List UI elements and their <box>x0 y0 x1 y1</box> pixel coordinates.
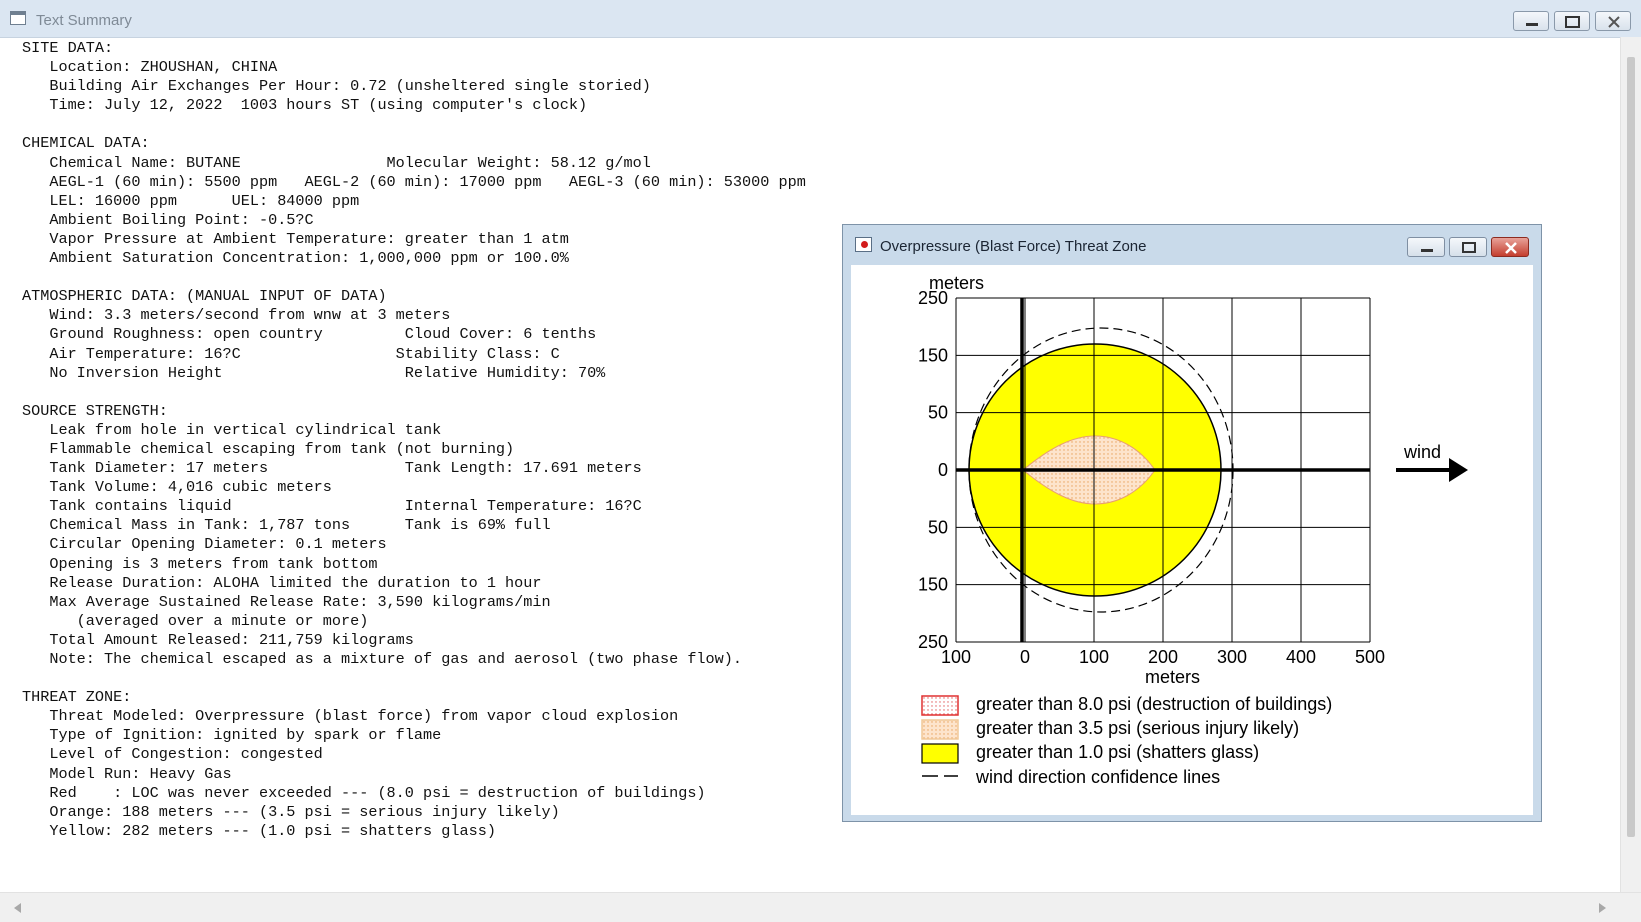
x-axis-title: meters <box>1145 667 1200 687</box>
scroll-right-icon[interactable] <box>1599 903 1606 913</box>
scroll-left-icon[interactable] <box>14 903 21 913</box>
legend-label-confidence: wind direction confidence lines <box>975 767 1220 787</box>
summary-line: Time: July 12, 2022 1003 hours ST (using… <box>22 96 588 115</box>
legend-label-yellow: greater than 1.0 psi (shatters glass) <box>976 742 1259 762</box>
minimize-icon <box>1526 23 1538 26</box>
vertical-scrollbar[interactable] <box>1620 37 1641 892</box>
summary-line: Red : LOC was never exceeded --- (8.0 ps… <box>22 783 706 802</box>
wind-label: wind <box>1403 442 1441 462</box>
x-tick-label: 200 <box>1148 647 1178 667</box>
threat-close-button[interactable] <box>1491 237 1529 257</box>
summary-line <box>22 669 806 688</box>
close-icon <box>1505 242 1517 254</box>
summary-line: Tank Volume: 4,016 cubic meters <box>22 478 332 497</box>
minimize-icon <box>1421 249 1433 252</box>
summary-line: Wind: 3.3 meters/second from wnw at 3 me… <box>22 306 451 325</box>
summary-line <box>22 268 806 287</box>
summary-line: Location: ZHOUSHAN, CHINA <box>22 58 278 77</box>
main-window-title: Text Summary <box>36 12 132 29</box>
minimize-button[interactable] <box>1513 11 1549 31</box>
summary-line: AEGL-1 (60 min): 5500 ppm AEGL-2 (60 min… <box>22 172 806 191</box>
threat-minimize-button[interactable] <box>1407 237 1445 257</box>
summary-line: ATMOSPHERIC DATA: (MANUAL INPUT OF DATA) <box>22 287 387 306</box>
summary-line: Orange: 188 meters --- (3.5 psi = seriou… <box>22 802 560 821</box>
summary-line: CHEMICAL DATA: <box>22 134 150 153</box>
threat-zone-plot-area: meters meters 100 0 100 200 300 400 500 250 150… <box>851 265 1533 815</box>
summary-line: Opening is 3 meters from tank bottom <box>22 554 378 573</box>
aloha-app-icon <box>855 237 872 252</box>
x-tick-label: 0 <box>1020 647 1030 667</box>
window-app-icon <box>10 11 26 25</box>
summary-line <box>22 383 806 402</box>
y-tick-label: 150 <box>918 345 948 365</box>
summary-line: Building Air Exchanges Per Hour: 0.72 (u… <box>22 77 651 96</box>
x-tick-label: 400 <box>1286 647 1316 667</box>
summary-line: Ground Roughness: open country Cloud Cov… <box>22 325 597 344</box>
restore-icon <box>1462 242 1476 253</box>
summary-text: SITE DATA: Location: ZHOUSHAN, CHINA Bui… <box>22 39 806 841</box>
summary-line: THREAT ZONE: <box>22 688 132 707</box>
y-tick-label: 50 <box>928 517 948 537</box>
y-tick-label: 50 <box>928 403 948 423</box>
summary-line: LEL: 16000 ppm UEL: 84000 ppm <box>22 191 360 210</box>
y-tick-label: 150 <box>918 575 948 595</box>
legend-label-red: greater than 8.0 psi (destruction of bui… <box>976 694 1332 714</box>
summary-line: Note: The chemical escaped as a mixture … <box>22 650 743 668</box>
summary-line: Chemical Name: BUTANE Molecular Weight: … <box>22 153 651 172</box>
summary-line: Threat Modeled: Overpressure (blast forc… <box>22 707 679 726</box>
summary-line: SOURCE STRENGTH: <box>22 401 168 420</box>
main-titlebar: Text Summary <box>0 0 1641 38</box>
summary-line: SITE DATA: <box>22 39 114 57</box>
summary-line: Yellow: 282 meters --- (1.0 psi = shatte… <box>22 821 496 840</box>
summary-line: Model Run: Heavy Gas <box>22 764 232 783</box>
summary-line: Tank contains liquid Internal Temperatur… <box>22 497 642 516</box>
close-icon <box>1608 16 1620 28</box>
summary-line: Ambient Boiling Point: -0.5?C <box>22 210 314 229</box>
legend-swatch-red <box>921 695 959 716</box>
y-tick-label: 250 <box>918 288 948 308</box>
threat-zone-window[interactable]: Overpressure (Blast Force) Threat Zone m… <box>842 224 1542 822</box>
summary-line: Level of Congestion: congested <box>22 745 323 764</box>
summary-line: Type of Ignition: ignited by spark or fl… <box>22 726 442 745</box>
summary-line: (averaged over a minute or more) <box>22 611 369 630</box>
threat-maximize-button[interactable] <box>1449 237 1487 257</box>
summary-line: Total Amount Released: 211,759 kilograms <box>22 630 414 649</box>
x-tick-label: 100 <box>1079 647 1109 667</box>
summary-line <box>22 115 806 134</box>
summary-line: Max Average Sustained Release Rate: 3,59… <box>22 592 551 611</box>
legend-label-orange: greater than 3.5 psi (serious injury lik… <box>976 718 1299 738</box>
threat-zone-chart: meters meters 100 0 100 200 300 400 500 250150… <box>918 273 1468 787</box>
summary-line: Circular Opening Diameter: 0.1 meters <box>22 535 387 554</box>
y-tick-label: 250 <box>918 632 948 652</box>
legend-swatch-orange <box>921 719 959 740</box>
horizontal-scrollbar[interactable] <box>0 892 1641 922</box>
x-tick-label: 300 <box>1217 647 1247 667</box>
scrollbar-thumb[interactable] <box>1627 57 1635 837</box>
summary-line: Flammable chemical escaping from tank (n… <box>22 439 515 458</box>
summary-line: Air Temperature: 16?C Stability Class: C <box>22 344 560 363</box>
maximize-button[interactable] <box>1554 11 1590 31</box>
summary-line: Tank Diameter: 17 meters Tank Length: 17… <box>22 459 642 478</box>
legend-swatch-yellow <box>921 743 959 764</box>
y-tick-label: 0 <box>938 460 948 480</box>
restore-icon <box>1565 16 1580 28</box>
summary-line: No Inversion Height Relative Humidity: 7… <box>22 363 606 382</box>
wind-arrow-icon <box>1449 458 1468 482</box>
summary-line: Vapor Pressure at Ambient Temperature: g… <box>22 229 569 248</box>
summary-line: Leak from hole in vertical cylindrical t… <box>22 420 442 439</box>
summary-line: Release Duration: ALOHA limited the dura… <box>22 573 542 592</box>
x-tick-label: 500 <box>1355 647 1385 667</box>
close-button[interactable] <box>1595 11 1631 31</box>
summary-line: Chemical Mass in Tank: 1,787 tons Tank i… <box>22 516 551 535</box>
threat-window-title: Overpressure (Blast Force) Threat Zone <box>880 238 1147 255</box>
summary-line: Ambient Saturation Concentration: 1,000,… <box>22 249 569 268</box>
